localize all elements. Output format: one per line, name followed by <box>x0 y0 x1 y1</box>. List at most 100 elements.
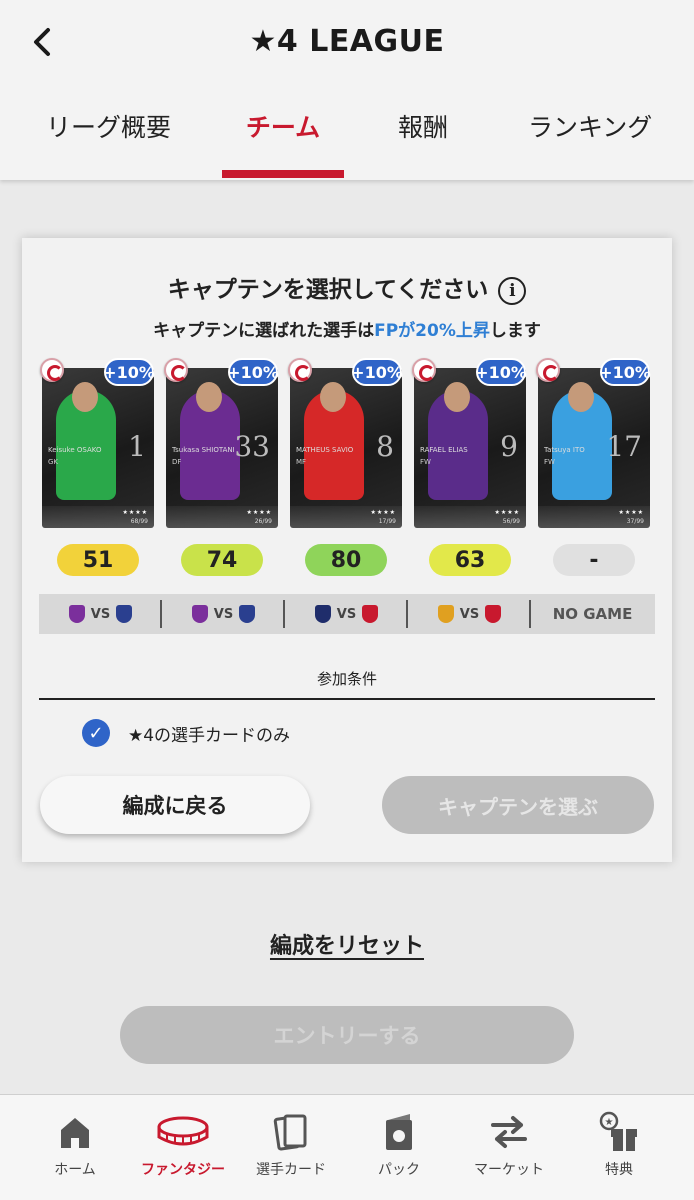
back-to-formation-button[interactable]: 編成に戻る <box>40 776 310 834</box>
bonus-badge: +10% <box>227 358 279 386</box>
nav-label: パック <box>378 1162 420 1178</box>
star-rating: ★★★★ <box>246 509 272 516</box>
modal-title: キャプテンを選択してください i <box>22 270 672 305</box>
nav-benefits[interactable]: ★ 特典 <box>564 1109 674 1179</box>
nav-fantasy[interactable]: ファンタジー <box>128 1109 238 1179</box>
star-rating: ★★★★ <box>122 509 148 516</box>
away-team-emblem-icon <box>239 605 256 623</box>
player-card[interactable]: 17 Tatsuya ITO FW ★★★★ 37/99 <box>538 368 650 528</box>
player-card[interactable]: 33 Tsukasa SHIOTANI DF ★★★★ 26/99 <box>166 368 278 528</box>
card-serial: 17/99 <box>378 518 396 525</box>
pack-icon <box>344 1109 454 1155</box>
tab-bar: リーグ概要 チーム 報酬 ランキング <box>0 108 694 158</box>
subtitle-text: キャプテンに選ばれた選手は <box>153 321 375 341</box>
condition-item: ✓ ★4の選手カードのみ <box>82 718 290 748</box>
checkmark-icon: ✓ <box>82 719 110 747</box>
bottom-nav: ホーム ファンタジー 選手カード パック マーケット ★ 特典 <box>0 1094 694 1200</box>
player-head <box>568 382 594 412</box>
fp-score: 63 <box>429 544 511 576</box>
player-card[interactable]: 1 Keisuke OSAKO GK ★★★★ 68/99 <box>42 368 154 528</box>
condition-heading: 参加条件 <box>316 670 377 688</box>
info-icon[interactable]: i <box>498 276 527 305</box>
player-head <box>444 382 470 412</box>
match-info: VS <box>408 594 531 634</box>
player-position: GK <box>48 458 59 466</box>
player-name: Tsukasa SHIOTANI <box>172 446 235 454</box>
page-title: ★4 LEAGUE <box>249 24 445 59</box>
card-serial: 37/99 <box>626 518 644 525</box>
reset-formation-link[interactable]: 編成をリセット <box>0 928 694 960</box>
card-serial: 56/99 <box>502 518 520 525</box>
subtitle-highlight: FPが20%上昇 <box>374 321 490 341</box>
vs-label: VS <box>90 606 111 622</box>
nav-label: 特典 <box>605 1162 633 1178</box>
player-card[interactable]: 8 MATHEUS SAVIO MF ★★★★ 17/99 <box>290 368 402 528</box>
modal-subtitle: キャプテンに選ばれた選手はFPが20%上昇します <box>22 316 672 341</box>
tab-team[interactable]: チーム <box>222 108 344 144</box>
fp-score: - <box>553 544 635 576</box>
player-name: Tatsuya ITO <box>544 446 585 454</box>
captain-badge-icon[interactable] <box>40 358 64 382</box>
player-cards: 1 Keisuke OSAKO GK ★★★★ 68/99 +10% 33 Ts… <box>40 358 660 538</box>
card-serial: 68/99 <box>130 518 148 525</box>
match-info: VS <box>39 594 162 634</box>
player-head <box>320 382 346 412</box>
nav-pack[interactable]: パック <box>344 1109 454 1179</box>
bonus-badge: +10% <box>103 358 155 386</box>
captain-badge-icon[interactable] <box>164 358 188 382</box>
player-position: DF <box>172 458 182 466</box>
captain-badge-icon[interactable] <box>412 358 436 382</box>
vs-label: VS <box>213 606 234 622</box>
player-name: Keisuke OSAKO <box>48 446 102 454</box>
star-rating: ★★★★ <box>494 509 520 516</box>
nav-player-cards[interactable]: 選手カード <box>236 1109 346 1179</box>
away-team-emblem-icon <box>116 605 133 623</box>
choose-captain-button[interactable]: キャプテンを選ぶ <box>382 776 654 834</box>
score-row: 51 74 80 63 - <box>40 544 660 576</box>
player-position: MF <box>296 458 307 466</box>
vs-label: VS <box>459 606 480 622</box>
player-name: RAFAEL ELIAS <box>420 446 468 454</box>
cards-icon <box>236 1109 346 1155</box>
bonus-badge: +10% <box>351 358 403 386</box>
captain-select-modal: キャプテンを選択してください i キャプテンに選ばれた選手はFPが20%上昇します… <box>22 238 672 862</box>
home-team-emblem-icon <box>68 605 85 623</box>
nav-label: ファンタジー <box>141 1162 225 1178</box>
player-number: 8 <box>376 430 394 463</box>
player-head <box>196 382 222 412</box>
home-team-emblem-icon <box>191 605 208 623</box>
nav-market[interactable]: マーケット <box>454 1109 564 1179</box>
away-team-emblem-icon <box>485 605 502 623</box>
home-icon <box>20 1109 130 1155</box>
match-info: VS <box>285 594 408 634</box>
home-team-emblem-icon <box>437 605 454 623</box>
svg-text:★: ★ <box>605 1117 614 1128</box>
bonus-badge: +10% <box>475 358 527 386</box>
player-head <box>72 382 98 412</box>
match-info: NO GAME <box>531 594 654 634</box>
condition-text: ★4の選手カードのみ <box>128 725 291 746</box>
vs-label: VS <box>336 606 357 622</box>
captain-badge-icon[interactable] <box>288 358 312 382</box>
match-info: VS <box>162 594 285 634</box>
nav-home[interactable]: ホーム <box>20 1109 130 1179</box>
captain-badge-icon[interactable] <box>536 358 560 382</box>
fp-score: 80 <box>305 544 387 576</box>
entry-button[interactable]: エントリーする <box>120 1006 574 1064</box>
divider <box>39 698 655 700</box>
player-number: 17 <box>606 430 642 463</box>
header: ★4 LEAGUE リーグ概要 チーム 報酬 ランキング <box>0 0 694 180</box>
tab-ranking[interactable]: ランキング <box>528 108 652 144</box>
fp-score: 74 <box>181 544 263 576</box>
tab-league-overview[interactable]: リーグ概要 <box>46 108 171 144</box>
star-rating: ★★★★ <box>370 509 396 516</box>
stadium-icon <box>128 1109 238 1155</box>
fp-score: 51 <box>57 544 139 576</box>
subtitle-suffix: します <box>489 321 541 341</box>
card-serial: 26/99 <box>254 518 272 525</box>
no-game-label: NO GAME <box>552 605 633 623</box>
away-team-emblem-icon <box>362 605 379 623</box>
tab-rewards[interactable]: 報酬 <box>398 108 448 144</box>
active-tab-indicator <box>222 170 344 178</box>
player-card[interactable]: 9 RAFAEL ELIAS FW ★★★★ 56/99 <box>414 368 526 528</box>
